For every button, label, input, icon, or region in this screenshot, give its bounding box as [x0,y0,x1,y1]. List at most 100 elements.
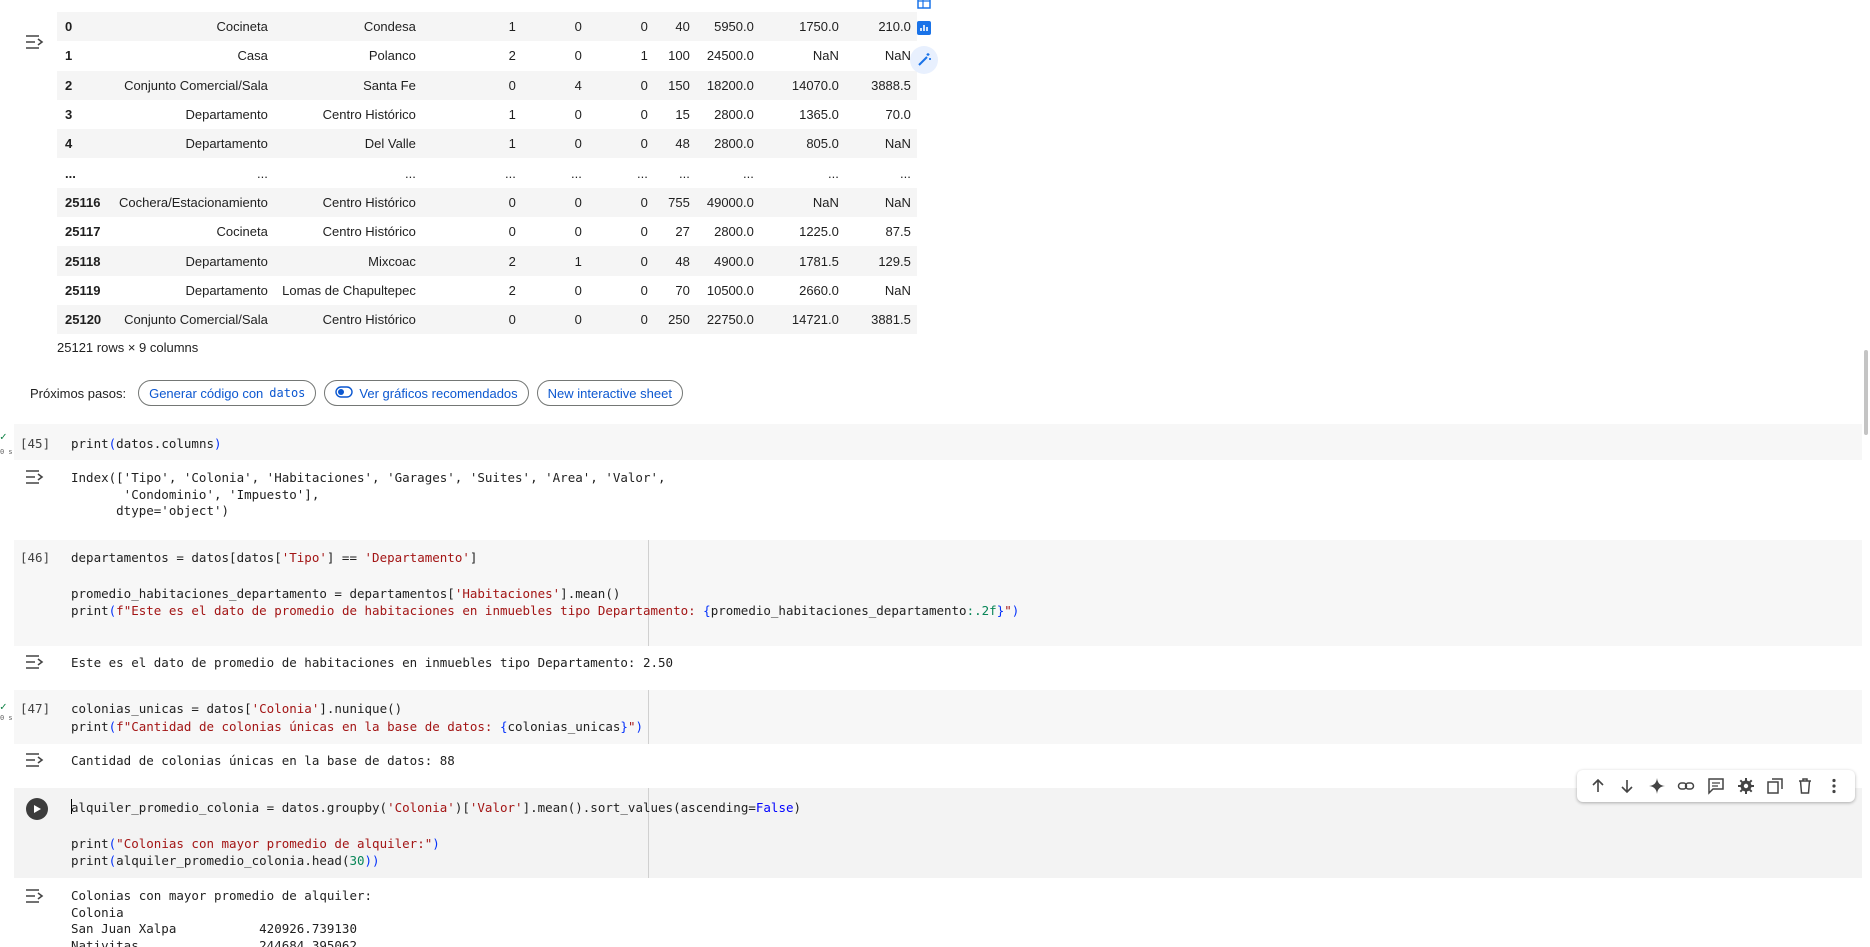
row-index: 4 [57,129,113,159]
recommended-charts-chip[interactable]: Ver gráficos recomendados [324,380,529,406]
code-cell-45[interactable]: ✓ 0 s [45] print(datos.columns) Index(['… [0,424,1862,524]
code-token: print [71,719,109,734]
table-cell: ... [679,165,690,181]
table-row: .............................. [57,158,917,187]
output-toggle-icon[interactable] [24,653,46,671]
code-editor[interactable] [14,690,1862,744]
comment-icon[interactable] [1705,775,1727,797]
success-check-icon: ✓ [0,700,7,713]
table-cell: Departamento [185,107,268,123]
table-cell: 0 [574,282,582,298]
output-toggle-icon[interactable] [24,887,46,905]
table-cell: 0 [640,224,648,240]
play-icon [34,805,41,813]
table-cell: ... [405,165,416,181]
run-cell-button[interactable] [26,798,48,820]
arrow-down-icon[interactable] [1616,775,1638,797]
table-cell: Centro Histórico [322,107,416,123]
magic-wand-icon[interactable] [910,46,938,74]
row-index: 3 [65,107,73,123]
table-cell: 48 [653,129,696,159]
table-row: 25117 Cocineta Centro Histórico 0 0 0 27 2800.0… [57,217,917,246]
code-line[interactable]: print(alquiler_promedio_colonia.head(30)… [71,853,380,868]
table-cell: 2 [421,246,522,276]
table-cell: NaN [884,282,911,298]
code-line[interactable]: departamentos = datos[datos['Tipo'] == '… [71,550,477,565]
code-cell-active[interactable]: alquiler_promedio_colonia = datos.groupb… [14,788,1862,947]
execution-time: 0 s [0,714,13,722]
table-cell: 49000.0 [695,187,760,218]
table-row: 25119 Departamento Lomas de Chapultepec 2 0 0… [57,276,917,305]
table-cell: 22750.0 [695,304,760,335]
settings-icon[interactable] [1735,775,1757,797]
table-cell: 0 [587,187,654,218]
code-token: f"Este es el dato de promedio de habitac… [116,603,704,618]
table-cell: 150 [653,70,696,100]
code-cell-46[interactable]: [46] departamentos = datos[datos['Tipo']… [14,540,1862,682]
code-token: )[ [454,800,470,815]
execution-count: [45] [20,436,51,451]
table-cell: Centro Histórico [273,187,422,218]
table-cell: 1 [421,12,522,42]
dataframe-output: 0 Cocineta Condesa 1 0 0 40 5950.0 1750.0 210.0 1 C… [0,0,1870,420]
code-token: ) [432,836,440,851]
code-token: " [1004,603,1012,618]
table-cell: 87.5 [885,224,911,240]
code-editor[interactable] [14,424,1862,460]
table-cell: 70 [675,282,690,298]
dataframe-variable: datos [269,386,306,400]
execution-count: [46] [20,550,51,565]
output-toggle-icon[interactable] [24,33,46,51]
code-line[interactable]: print(datos.columns) [71,436,222,451]
code-token: print [71,853,109,868]
code-token: 'Habitaciones' [454,586,561,601]
row-index: 1 [65,48,73,64]
code-line[interactable]: promedio_habitaciones_departamento = dep… [71,586,620,601]
code-token: ].mean().sort_values( [522,800,681,815]
code-token: 'Colonia' [251,701,320,716]
code-line[interactable]: print(f"Cantidad de colonias únicas en l… [71,719,643,734]
line-length-ruler [648,540,649,646]
table-cell: Del Valle [273,129,422,159]
code-cell-47[interactable]: ✓ 0 s [47] colonias_unicas = datos['Colo… [0,690,1862,778]
table-row: 0 Cocineta Condesa 1 0 0 40 5950.0 1750.0 210.0 [57,12,917,42]
table-cell: 129.5 [844,246,917,276]
sparkle-icon[interactable] [1646,775,1668,797]
interactive-sheet-chip[interactable]: New interactive sheet [536,380,683,406]
table-row: 2 Conjunto Comercial/Sala Santa Fe 0 4 0 150 18… [57,70,917,100]
output-toggle-icon[interactable] [24,468,46,486]
code-token: ].nunique() [319,701,403,716]
table-cell: 805.0 [759,129,845,159]
code-token: 'Colonia' [387,800,455,815]
code-line[interactable]: colonias_unicas = datos['Colonia'].nuniq… [71,701,402,716]
table-cell: Mixcoac [273,246,422,276]
table-cell: 0 [508,224,516,240]
arrow-up-icon[interactable] [1587,775,1609,797]
code-token: alquiler_promedio_colonia = datos.groupb… [71,800,388,815]
table-cell: Polanco [368,48,416,64]
output-toggle-icon[interactable] [24,751,46,769]
delete-icon[interactable] [1794,775,1816,797]
code-token: ] == [326,550,365,565]
row-index: 25116 [57,187,113,218]
code-line[interactable]: alquiler_promedio_colonia = datos.groupb… [71,800,801,815]
more-icon[interactable] [1823,775,1845,797]
table-cell: 1225.0 [799,224,839,240]
scrollbar[interactable] [1864,350,1868,435]
code-token: ].mean() [560,586,621,601]
code-token: :.2f [966,603,997,618]
chart-suggestion-icon[interactable] [910,14,938,42]
table-cell: Casa [237,48,268,64]
generate-code-chip[interactable]: Generar código con datos [138,380,317,406]
code-token: departamentos = datos[datos[ [71,550,282,565]
dataframe-table: 0 Cocineta Condesa 1 0 0 40 5950.0 1750.0 210.0 1 C… [57,12,917,335]
code-token: "Colonias con mayor promedio de alquiler… [116,836,433,851]
cell-output: Cantidad de colonias únicas en la base d… [71,753,455,768]
link-icon[interactable] [1675,775,1697,797]
code-token: print [71,436,109,451]
mirror-cell-icon[interactable] [1764,775,1786,797]
code-line[interactable]: print(f"Este es el dato de promedio de h… [71,603,1019,618]
code-token: )) [364,853,380,868]
table-cell: 70.0 [885,107,911,123]
code-line[interactable]: print("Colonias con mayor promedio de al… [71,836,440,851]
